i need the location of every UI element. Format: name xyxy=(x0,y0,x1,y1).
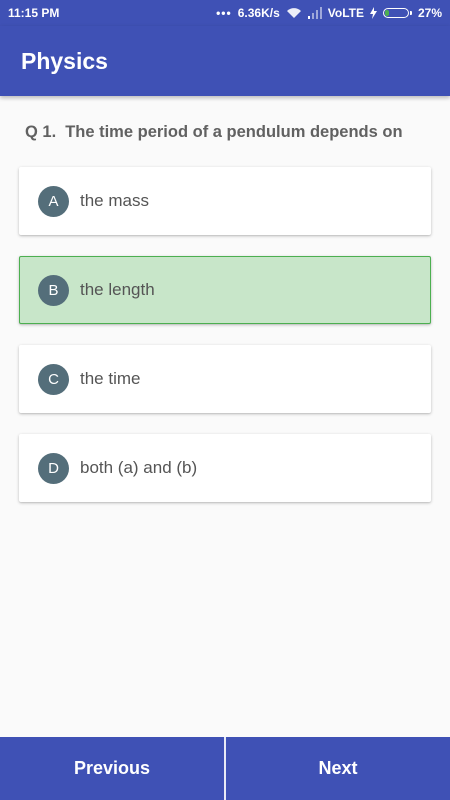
previous-button[interactable]: Previous xyxy=(0,737,224,800)
option-letter-badge: A xyxy=(38,185,69,217)
battery-tip xyxy=(409,11,412,15)
bottom-navigation: Previous Next xyxy=(0,737,450,800)
question-text: Q 1. The time period of a pendulum depend… xyxy=(25,123,440,142)
option-letter-badge: B xyxy=(38,274,69,306)
status-indicators: ••• 6.36K/s VoLTE 27% xyxy=(216,6,442,20)
wifi-icon xyxy=(286,7,302,19)
option-letter-badge: C xyxy=(38,363,69,395)
battery-body xyxy=(382,8,409,18)
network-speed: 6.36K/s xyxy=(237,6,280,20)
battery-icon xyxy=(382,8,412,18)
charging-icon xyxy=(369,7,377,19)
status-bar: 11:15 PM ••• 6.36K/s VoLTE 27% xyxy=(0,0,450,26)
question-number: Q 1. xyxy=(25,123,57,141)
battery-level xyxy=(384,10,390,16)
app-bar: Physics xyxy=(0,26,450,96)
app-title: Physics xyxy=(21,47,108,74)
signal-icon xyxy=(307,7,322,19)
option-b[interactable]: B the length xyxy=(19,256,431,324)
question-body: The time period of a pendulum depends on xyxy=(65,123,403,141)
option-c[interactable]: C the time xyxy=(19,345,431,413)
status-time: 11:15 PM xyxy=(8,6,60,20)
option-a[interactable]: A the mass xyxy=(19,167,431,235)
option-label: the time xyxy=(80,369,141,388)
option-label: the mass xyxy=(80,191,149,210)
next-button[interactable]: Next xyxy=(226,737,450,800)
network-type: VoLTE xyxy=(327,6,364,20)
option-d[interactable]: D both (a) and (b) xyxy=(19,434,431,502)
option-label: the length xyxy=(80,280,155,299)
battery-percent: 27% xyxy=(417,6,442,20)
option-letter-badge: D xyxy=(38,452,69,484)
option-label: both (a) and (b) xyxy=(80,458,198,477)
more-notifications-icon: ••• xyxy=(216,6,232,20)
